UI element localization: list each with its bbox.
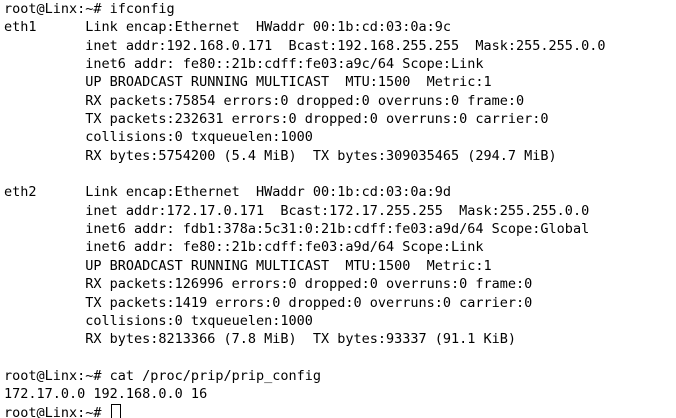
output-line: RX bytes:5754200 (5.4 MiB) TX bytes:3090… bbox=[4, 147, 557, 164]
shell-prompt: root@Linx:~# bbox=[4, 404, 110, 418]
text-cursor bbox=[110, 403, 121, 418]
output-line: collisions:0 txqueuelen:1000 bbox=[4, 312, 313, 329]
output-line: inet addr:192.168.0.171 Bcast:192.168.25… bbox=[4, 37, 606, 54]
prompt-line[interactable]: root@Linx:~# bbox=[4, 403, 676, 418]
output-line: inet6 addr: fdb1:378a:5c31:0:21b:cdff:fe… bbox=[4, 221, 590, 238]
output-line: TX packets:232631 errors:0 dropped:0 ove… bbox=[4, 111, 549, 128]
output-line: inet6 addr: fe80::21b:cdff:fe03:a9c/64 S… bbox=[4, 56, 484, 73]
output-line: RX packets:75854 errors:0 dropped:0 over… bbox=[4, 92, 525, 109]
output-line: eth2 Link encap:Ethernet HWaddr 00:1b:cd… bbox=[4, 184, 452, 201]
output-line: UP BROADCAST RUNNING MULTICAST MTU:1500 … bbox=[4, 74, 492, 91]
output-line: RX bytes:8213366 (7.8 MiB) TX bytes:9333… bbox=[4, 331, 517, 348]
command-line: root@Linx:~# ifconfig bbox=[4, 1, 175, 17]
output-line: inet6 addr: fe80::21b:cdff:fe03:a9d/64 S… bbox=[4, 239, 484, 256]
output-line: 172.17.0.0 192.168.0.0 16 bbox=[4, 386, 208, 403]
command-line: root@Linx:~# cat /proc/prip/prip_config bbox=[4, 367, 321, 384]
output-line: UP BROADCAST RUNNING MULTICAST MTU:1500 … bbox=[4, 257, 492, 274]
output-line: eth1 Link encap:Ethernet HWaddr 00:1b:cd… bbox=[4, 19, 452, 36]
output-line: inet addr:172.17.0.171 Bcast:172.17.255.… bbox=[4, 202, 590, 219]
output-line: collisions:0 txqueuelen:1000 bbox=[4, 129, 313, 146]
output-line: RX packets:126996 errors:0 dropped:0 ove… bbox=[4, 276, 533, 293]
output-line: TX packets:1419 errors:0 dropped:0 overr… bbox=[4, 294, 533, 311]
terminal-window[interactable]: root@Linx:~# ifconfig eth1 Link encap:Et… bbox=[0, 0, 676, 418]
